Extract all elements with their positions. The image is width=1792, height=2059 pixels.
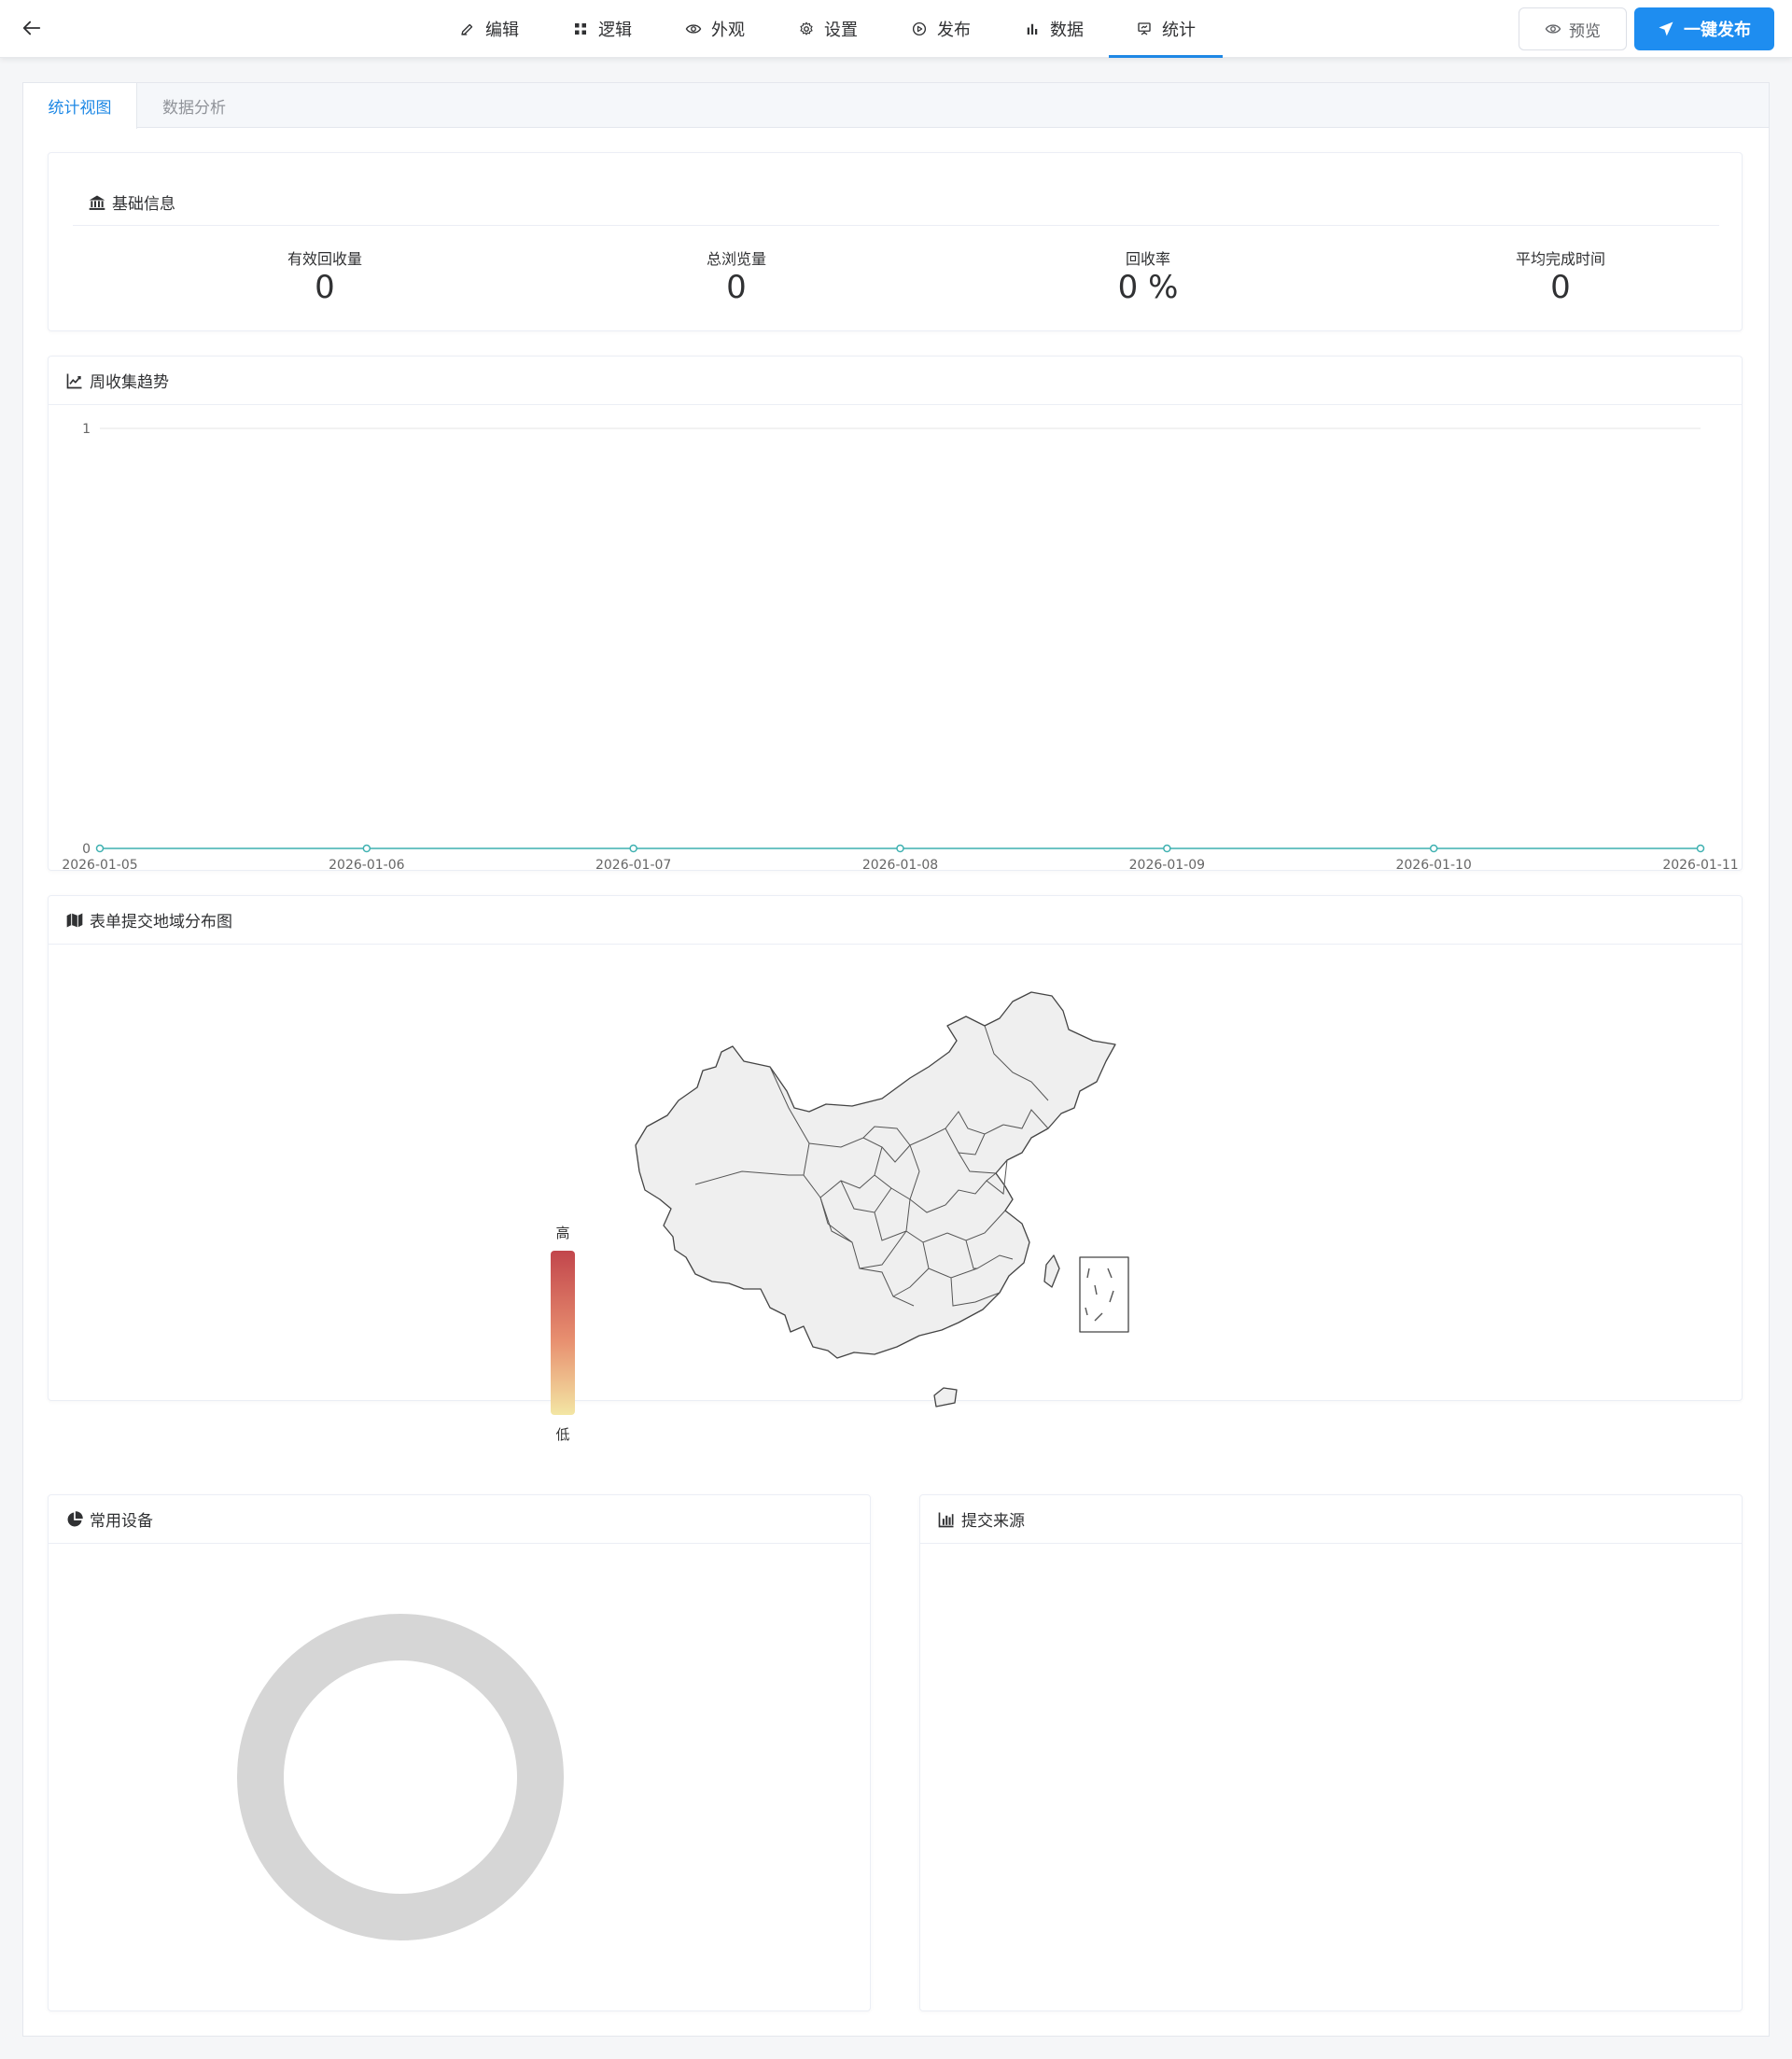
tab-publish[interactable]: 发布 [884,0,998,58]
weekly-trend-chart: 0 1 2026-01-05 2026-01-06 2026-01-07 2026-01-… [62,422,1738,870]
data-point [362,844,371,853]
statistics-panel: 统计视图 数据分析 基础信息 有效回收量 0 总浏览量 0 回收率 0 % 平均… [22,82,1770,2037]
presentation-icon [1138,22,1151,35]
map-regions [635,991,1129,1408]
stat-label: 有效回收量 [287,250,362,268]
y-tick-label: 0 [82,842,91,857]
tab-statistics-label: 统计 [1162,21,1196,40]
stat-value: 0 [1550,269,1571,306]
weekly-trend-title: 周收集趋势 [90,373,169,392]
tab-settings[interactable]: 设置 [771,0,885,58]
data-point [95,844,105,853]
tab-logic[interactable]: 逻辑 [545,0,659,58]
stat-value: 0 [726,269,747,306]
stat-total-views: 总浏览量 0 [596,246,876,306]
x-tick-label: 2026-01-07 [595,858,671,870]
eye-icon [685,24,702,34]
submission-sources-header: 提交来源 [920,1495,1742,1544]
china-region-map [635,991,1129,1408]
one-click-publish-button[interactable]: 一键发布 [1634,7,1774,50]
tab-publish-label: 发布 [937,21,971,40]
weekly-trend-card: 周收集趋势 0 1 2026-01-05 2026-01-06 2026-01-07 20… [48,356,1743,871]
data-point [1696,844,1705,853]
empty-donut-ring [237,1614,564,1940]
stat-label: 回收率 [1125,250,1170,268]
tab-settings-label: 设置 [824,21,858,40]
data-point [1163,844,1171,853]
basic-info-title: 基础信息 [112,195,175,214]
stat-average-completion-time: 平均完成时间 0 [1421,246,1701,306]
line-chart-icon [66,373,82,388]
legend-high-label: 高 [555,1225,570,1241]
stat-valid-responses: 有效回收量 0 [185,246,465,306]
edit-icon [461,23,473,35]
stat-value: 0 [315,269,335,306]
x-tick-label: 2026-01-08 [862,858,938,870]
eye-icon [1545,24,1561,34]
view-tabs: 统计视图 数据分析 [23,83,1769,129]
pie-chart-icon [67,1510,83,1526]
stat-value: 0 % [1117,269,1179,306]
tab-statistics[interactable]: 统计 [1109,0,1223,58]
devices-donut-chart [237,1614,564,1940]
tab-appearance-label: 外观 [711,21,745,40]
bar-chart-icon [938,1512,954,1527]
data-point [896,844,904,853]
common-devices-card: 常用设备 [48,1494,871,2011]
preview-button-label: 预览 [1569,21,1601,41]
submission-sources-title: 提交来源 [961,1512,1025,1531]
x-tick-label: 2026-01-09 [1129,858,1205,870]
tab-data[interactable]: 数据 [997,0,1111,58]
logic-grid-icon [575,23,586,35]
stat-response-rate: 回收率 0 % [1008,246,1288,306]
stat-label: 平均完成时间 [1515,250,1605,268]
map-legend-gradient [551,1251,575,1415]
paper-plane-icon [1659,21,1673,36]
weekly-trend-header: 周收集趋势 [49,357,1742,405]
nine-dash-line [1085,1268,1114,1322]
bank-icon [89,195,105,210]
basic-info-card: 基础信息 有效回收量 0 总浏览量 0 回收率 0 % 平均完成时间 0 [48,152,1743,331]
tab-logic-label: 逻辑 [598,21,632,40]
region-map-header: 表单提交地域分布图 [49,896,1742,945]
common-devices-title: 常用设备 [90,1512,153,1531]
x-tick-label: 2026-01-05 [62,858,137,870]
x-tick-label: 2026-01-10 [1395,858,1471,870]
map-icon [66,913,83,927]
tab-data-label: 数据 [1050,21,1084,40]
bar-chart-icon [1027,23,1038,35]
basic-info-header: 基础信息 [73,179,1719,226]
play-circle-icon [912,21,927,36]
x-tick-label: 2026-01-06 [329,858,404,870]
stat-label: 总浏览量 [706,250,766,268]
x-tick-label: 2026-01-11 [1662,858,1738,870]
common-devices-header: 常用设备 [49,1495,870,1544]
gear-icon [800,21,813,35]
region-map-title: 表单提交地域分布图 [90,913,232,931]
tab-data-analysis[interactable]: 数据分析 [137,83,251,128]
legend-low-label: 低 [555,1426,570,1443]
top-navigation-bar: 编辑 逻辑 外观 设置 发布 数据 统计 预览 一键发布 [0,0,1792,58]
data-point [1429,844,1438,853]
tab-edit[interactable]: 编辑 [432,0,546,58]
data-point [629,844,637,853]
submission-sources-card: 提交来源 [919,1494,1743,2011]
publish-button-label: 一键发布 [1684,21,1751,40]
y-tick-label: 1 [82,422,91,437]
tab-edit-label: 编辑 [485,21,519,40]
tab-statistics-view[interactable]: 统计视图 [23,83,137,129]
preview-button[interactable]: 预览 [1519,7,1627,50]
tab-appearance[interactable]: 外观 [658,0,772,58]
